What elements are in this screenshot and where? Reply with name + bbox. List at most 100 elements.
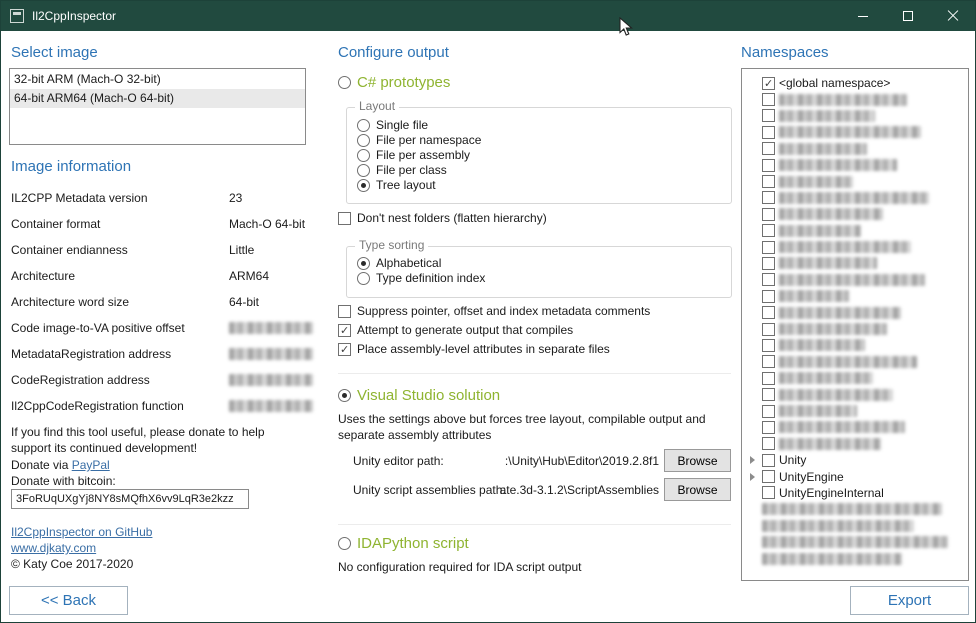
namespace-checkbox[interactable] (762, 323, 775, 336)
option-visual-studio-solution[interactable]: Visual Studio solution (338, 387, 500, 404)
option-alphabetical[interactable]: Alphabetical (357, 256, 441, 270)
csharp-radio[interactable] (338, 76, 351, 89)
unity-script-assemblies-value[interactable]: ate.3d-3.1.2\ScriptAssemblies (441, 483, 659, 497)
namespace-checkbox[interactable] (762, 126, 775, 139)
option-file-per-class[interactable]: File per class (357, 163, 447, 177)
image-list-item[interactable]: 32-bit ARM (Mach-O 32-bit) (10, 70, 305, 89)
expander-icon[interactable] (748, 472, 758, 482)
namespace-list[interactable]: <global namespace> Unity UnityEngine Uni… (741, 68, 969, 581)
namespace-row-redacted[interactable] (746, 518, 964, 534)
namespace-checkbox[interactable] (762, 257, 775, 270)
bitcoin-address-input[interactable] (11, 489, 249, 509)
option-flatten[interactable]: Don't nest folders (flatten hierarchy) (338, 211, 547, 225)
namespace-checkbox[interactable] (762, 142, 775, 155)
namespace-checkbox[interactable] (762, 109, 775, 122)
namespace-checkbox[interactable] (762, 208, 775, 221)
browse-assemblies-button[interactable]: Browse (664, 478, 731, 501)
export-button[interactable]: Export (850, 586, 969, 615)
unity-editor-path-value[interactable]: :\Unity\Hub\Editor\2019.2.8f1 (441, 454, 659, 468)
global-namespace-checkbox[interactable] (762, 77, 775, 90)
namespace-row-redacted[interactable] (746, 288, 964, 304)
namespace-row-redacted[interactable] (746, 354, 964, 370)
namespace-row-unityengineinternal[interactable]: UnityEngineInternal (746, 485, 964, 501)
option-file-per-namespace[interactable]: File per namespace (357, 133, 481, 147)
namespace-row-redacted[interactable] (746, 370, 964, 386)
unity-checkbox[interactable] (762, 454, 775, 467)
namespace-checkbox[interactable] (762, 175, 775, 188)
namespace-row-redacted[interactable] (746, 550, 964, 566)
namespace-row-redacted[interactable] (746, 419, 964, 435)
paypal-link[interactable]: PayPal (72, 458, 110, 472)
option-tree-layout[interactable]: Tree layout (357, 178, 436, 192)
option-file-per-assembly[interactable]: File per assembly (357, 148, 470, 162)
namespace-checkbox[interactable] (762, 372, 775, 385)
namespace-row-redacted[interactable] (746, 304, 964, 320)
unityengine-checkbox[interactable] (762, 470, 775, 483)
namespace-row-redacted[interactable] (746, 501, 964, 517)
github-link[interactable]: Il2CppInspector on GitHub (11, 525, 152, 539)
browse-editor-button[interactable]: Browse (664, 449, 731, 472)
namespace-row-redacted[interactable] (746, 239, 964, 255)
namespace-row-unityengine[interactable]: UnityEngine (746, 468, 964, 484)
maximize-button[interactable] (885, 1, 930, 31)
namespace-checkbox[interactable] (762, 437, 775, 450)
namespace-checkbox[interactable] (762, 388, 775, 401)
namespace-row-redacted[interactable] (746, 255, 964, 271)
file-per-namespace-radio[interactable] (357, 134, 370, 147)
namespace-row-redacted[interactable] (746, 321, 964, 337)
namespace-checkbox[interactable] (762, 306, 775, 319)
flatten-checkbox[interactable] (338, 212, 351, 225)
namespace-checkbox[interactable] (762, 355, 775, 368)
namespace-checkbox[interactable] (762, 339, 775, 352)
namespace-checkbox[interactable] (762, 191, 775, 204)
namespace-checkbox[interactable] (762, 273, 775, 286)
namespace-row-redacted[interactable] (746, 386, 964, 402)
option-type-definition-index[interactable]: Type definition index (357, 271, 485, 285)
option-csharp-prototypes[interactable]: C# prototypes (338, 74, 450, 91)
alphabetical-radio[interactable] (357, 257, 370, 270)
idapython-radio[interactable] (338, 537, 351, 550)
visual-studio-radio[interactable] (338, 389, 351, 402)
option-idapython-script[interactable]: IDAPython script (338, 535, 469, 552)
minimize-button[interactable] (840, 1, 885, 31)
suppress-checkbox[interactable] (338, 305, 351, 318)
namespace-checkbox[interactable] (762, 290, 775, 303)
file-per-class-radio[interactable] (357, 164, 370, 177)
namespace-checkbox[interactable] (762, 93, 775, 106)
namespace-row-redacted[interactable] (746, 141, 964, 157)
back-button[interactable]: << Back (9, 586, 128, 615)
namespace-checkbox[interactable] (762, 224, 775, 237)
namespace-checkbox[interactable] (762, 421, 775, 434)
namespace-row-redacted[interactable] (746, 173, 964, 189)
website-link[interactable]: www.djkaty.com (11, 541, 96, 555)
namespace-row-redacted[interactable] (746, 206, 964, 222)
option-single-file[interactable]: Single file (357, 118, 428, 132)
image-listbox[interactable]: 32-bit ARM (Mach-O 32-bit) 64-bit ARM64 … (9, 68, 306, 145)
expander-icon[interactable] (748, 455, 758, 465)
namespace-row-redacted[interactable] (746, 190, 964, 206)
attributes-checkbox[interactable] (338, 343, 351, 356)
namespace-row-unity[interactable]: Unity (746, 452, 964, 468)
namespace-row-redacted[interactable] (746, 534, 964, 550)
type-definition-index-radio[interactable] (357, 272, 370, 285)
namespace-row-redacted[interactable] (746, 436, 964, 452)
namespace-row-redacted[interactable] (746, 272, 964, 288)
option-suppress[interactable]: Suppress pointer, offset and index metad… (338, 304, 650, 318)
image-list-item-selected[interactable]: 64-bit ARM64 (Mach-O 64-bit) (10, 89, 305, 108)
file-per-assembly-radio[interactable] (357, 149, 370, 162)
namespace-row-redacted[interactable] (746, 91, 964, 107)
namespace-checkbox[interactable] (762, 405, 775, 418)
unityengineinternal-checkbox[interactable] (762, 486, 775, 499)
compiles-checkbox[interactable] (338, 324, 351, 337)
namespace-row-redacted[interactable] (746, 403, 964, 419)
namespace-row-redacted[interactable] (746, 337, 964, 353)
tree-layout-radio[interactable] (357, 179, 370, 192)
namespace-row-redacted[interactable] (746, 124, 964, 140)
namespace-row-redacted[interactable] (746, 223, 964, 239)
close-button[interactable] (930, 1, 975, 31)
option-attributes[interactable]: Place assembly-level attributes in separ… (338, 342, 610, 356)
option-compiles[interactable]: Attempt to generate output that compiles (338, 323, 573, 337)
single-file-radio[interactable] (357, 119, 370, 132)
namespace-checkbox[interactable] (762, 159, 775, 172)
namespace-row-global[interactable]: <global namespace> (746, 75, 964, 91)
